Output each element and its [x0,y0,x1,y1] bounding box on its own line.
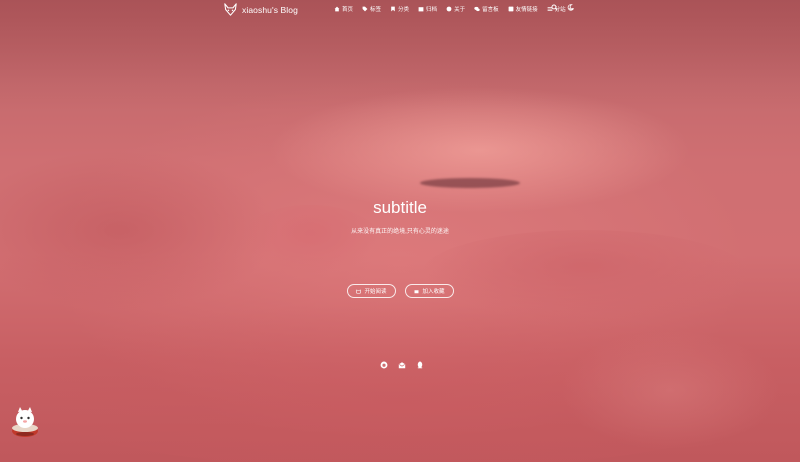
nav-item-home[interactable]: 首页 [334,5,353,13]
user-icon [446,6,452,12]
nav-tools [551,4,574,11]
cloud-right [420,230,750,320]
cloud-bottom [0,300,800,462]
bookmark-icon [391,6,395,12]
nav-label: 留言板 [482,7,499,13]
brand-link[interactable]: xiaoshu's Blog [224,3,298,16]
nav-item-categories[interactable]: 分类 [390,5,409,13]
book-icon [356,289,362,294]
nav-label: 关于 [454,7,466,13]
github-icon[interactable] [380,361,388,369]
cloud-bottom-right [560,330,780,450]
nav-item-guestbook[interactable]: 留言板 [474,5,499,13]
tag-icon [362,6,368,12]
cloud-streak [420,178,520,188]
fox-icon [224,3,237,16]
hero-title: subtitle [373,198,427,217]
comment-icon [474,6,480,12]
nav-label: 标签 [370,7,382,13]
main-nav: 首页 标签 分类 归档 关于 留言板 友情链接 分站 [334,5,574,13]
add-favorite-label: 加入收藏 [422,289,445,295]
top-navbar: xiaoshu's Blog 首页 标签 分类 归档 关于 留言板 友情链接 分… [0,0,800,20]
start-reading-button[interactable]: 开始阅读 [347,284,396,298]
page-background: xiaoshu's Blog 首页 标签 分类 归档 关于 留言板 友情链接 分… [0,0,800,462]
link-icon [508,6,513,12]
site-title: xiaoshu's Blog [242,4,298,15]
home-icon [334,6,340,12]
archive-icon [418,7,424,12]
add-favorite-button[interactable]: 加入收藏 [405,284,454,298]
nav-label: 分类 [398,7,410,13]
nav-label: 友情链接 [515,7,538,13]
nav-item-about[interactable]: 关于 [446,5,465,13]
social-links [380,361,424,369]
moon-icon[interactable] [567,4,574,11]
nav-item-archive[interactable]: 归档 [418,5,437,13]
mail-icon[interactable] [398,361,406,369]
nav-item-links[interactable]: 友情链接 [508,5,538,13]
nav-label: 归档 [426,7,438,13]
search-icon[interactable] [551,4,558,11]
folder-icon [414,289,419,293]
nav-item-tags[interactable]: 标签 [362,5,381,13]
nav-label: 首页 [342,7,354,13]
start-reading-label: 开始阅读 [364,289,387,295]
mascot-icon[interactable] [9,404,41,438]
qq-icon[interactable] [416,361,424,369]
hero-subtitle: 从来没有真正的绝境,只有心灵的迷途 [351,229,449,235]
